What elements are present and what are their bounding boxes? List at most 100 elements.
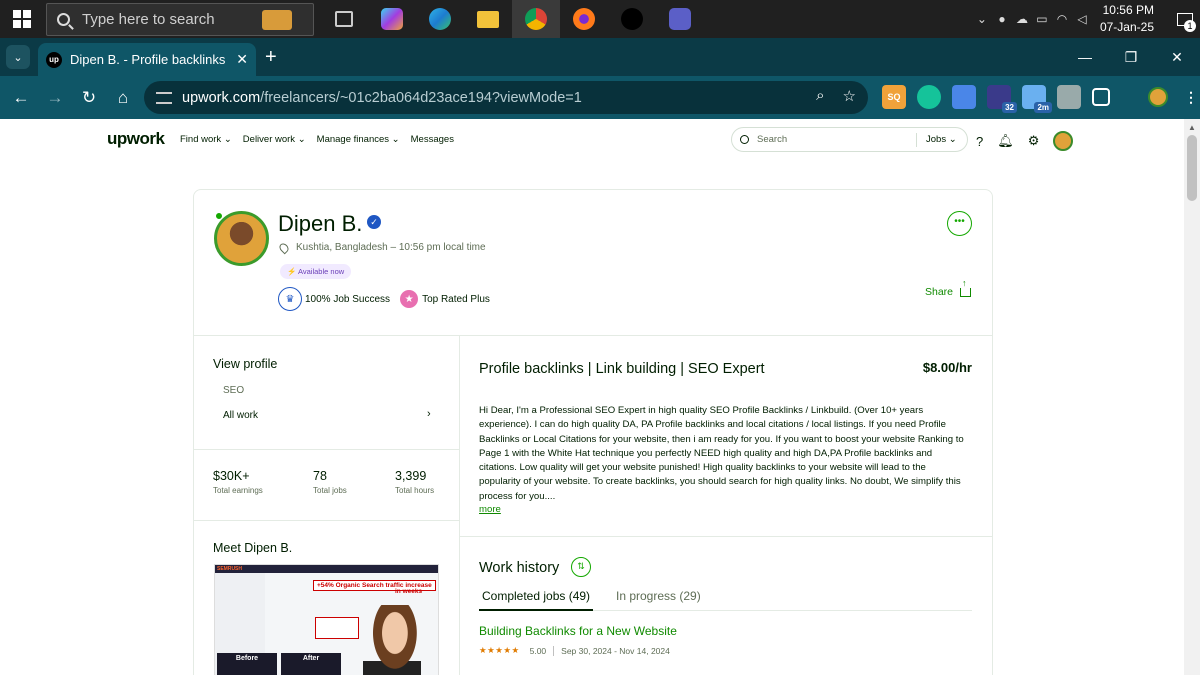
tab-search-button[interactable]: ⌄ [6,45,30,69]
taskbar-edge[interactable] [416,0,464,38]
divider [460,536,992,537]
taskbar-task-view[interactable] [320,0,368,38]
extension-badge-count: 32 [1002,102,1017,113]
start-button[interactable] [0,0,44,38]
profile-avatar[interactable] [1148,87,1168,107]
nav-find-work[interactable]: Find work ⌄ [180,134,232,145]
timer-extension-icon[interactable]: 2m [1022,85,1052,113]
more-options-button[interactable]: ••• [947,211,972,236]
new-tab-button[interactable]: + [265,46,277,69]
work-history-heading: Work history [479,560,560,576]
semrush-logo: SEMRUSH [217,566,243,572]
profile-location: Kushtia, Bangladesh – 10:56 pm local tim… [277,241,486,254]
search-scope-dropdown[interactable]: Jobs ⌄ [926,134,957,145]
rating-stars-icon: ★★★★★ [479,645,520,655]
taskbar-file-explorer[interactable] [464,0,512,38]
settings-gear-icon[interactable]: ⚙ [1028,133,1040,149]
taskbar-search-placeholder: Type here to search [82,11,215,28]
taskbar-firefox[interactable] [560,0,608,38]
taskbar-upwork[interactable] [608,0,656,38]
folder-icon [477,10,499,28]
taskbar-teams[interactable] [656,0,704,38]
nav-messages[interactable]: Messages [411,134,454,145]
extensions-area: SQ 32 2m ⋮ [882,85,1200,113]
help-icon[interactable]: ? [976,134,983,149]
seo-extension-icon[interactable]: SQ [882,85,906,109]
upwork-favicon: up [46,51,62,68]
wifi-icon[interactable]: ◠ [1052,12,1072,26]
location-text: Kushtia, Bangladesh – 10:56 pm local tim… [296,242,486,253]
restore-button[interactable]: ❐ [1108,38,1154,76]
profile-title: Profile backlinks | Link building | SEO … [479,361,765,377]
upwork-logo[interactable]: upwork [107,129,165,149]
address-bar[interactable]: upwork.com/freelancers/~01c2ba064d23ace1… [144,81,868,114]
network-icon[interactable]: ▭ [1032,12,1052,26]
chevron-right-icon[interactable]: › [427,408,431,420]
windows-icon [13,10,31,28]
profile-sidebar: View profile SEO All work › $30K+ Total … [194,336,460,675]
bell-icon[interactable]: 🔔︎ [997,133,1014,149]
briefcase-icon[interactable] [262,10,292,30]
specialty-seo-link[interactable]: SEO [223,385,244,396]
back-button[interactable]: ← [4,88,38,108]
online-status-dot [215,212,223,220]
stat-total-earnings: $30K+ Total earnings [213,469,263,495]
taskbar-copilot[interactable] [368,0,416,38]
profile-card: Dipen B. ✓ Kushtia, Bangladesh – 10:56 p… [193,189,993,675]
home-button[interactable]: ⌂ [106,88,140,108]
video-highlight-box [315,617,359,639]
browser-tab-active[interactable]: up Dipen B. - Profile backlinks | Link b… [38,43,256,76]
taskbar-chrome[interactable] [512,0,560,38]
translate-icon[interactable] [952,85,976,109]
scroll-up-arrow-icon[interactable]: ▲ [1188,123,1196,132]
site-info-icon[interactable] [156,91,172,104]
browser-menu-icon[interactable]: ⋮ [1179,85,1200,109]
chrome-icon [525,8,547,30]
video-person-image [363,605,421,675]
bio-more-link[interactable]: more [479,504,501,515]
stat-label: Total earnings [213,486,263,495]
volume-icon[interactable]: ◁ [1072,12,1092,26]
system-clock[interactable]: 10:56 PM 07-Jan-25 [1100,2,1154,36]
all-work-link[interactable]: All work [223,410,258,421]
profile-main: Profile backlinks | Link building | SEO … [460,336,992,675]
extensions-puzzle-icon[interactable] [1092,88,1110,106]
sort-icon[interactable]: ⇅ [571,557,591,577]
nav-deliver-work[interactable]: Deliver work ⌄ [243,134,306,145]
availability-text: Available now [298,267,345,276]
nav-find-work-label: Find work [180,134,222,145]
profile-bio: Hi Dear, I'm a Professional SEO Expert i… [479,405,964,502]
upwork-tray-icon[interactable]: ● [992,12,1012,26]
share-button[interactable]: Share [925,278,972,298]
extension-badge-icon[interactable]: 32 [987,85,1017,113]
minimize-button[interactable]: — [1062,38,1108,76]
close-tab-icon[interactable]: ✕ [236,51,248,68]
job-rating: 5.00 [529,645,547,656]
chevron-up-icon[interactable]: ⌄ [972,12,992,26]
close-window-button[interactable]: ✕ [1154,38,1200,76]
user-avatar[interactable] [1053,131,1074,151]
grammarly-icon[interactable] [917,85,941,109]
weather-icon[interactable]: ☁ [1012,12,1032,26]
notification-center-button[interactable]: 1 [1170,0,1200,38]
reload-button[interactable]: ↻ [72,88,106,108]
forward-button[interactable]: → [38,88,72,108]
job-title-link[interactable]: Building Backlinks for a New Website [479,624,677,638]
stat-label: Total jobs [313,486,347,495]
url-host: upwork.com [182,89,261,106]
tab-completed-jobs[interactable]: Completed jobs (49) [479,589,594,611]
upwork-search-placeholder: Search [757,134,788,145]
scrollbar-thumb[interactable] [1187,135,1197,201]
system-tray: ⌄ ● ☁ ▭ ◠ ◁ 10:56 PM 07-Jan-25 1 [972,0,1200,38]
nav-manage-finances[interactable]: Manage finances ⌄ [317,134,400,145]
camera-icon[interactable] [1057,85,1081,109]
zoom-icon[interactable]: ⌕ [816,87,824,105]
bookmark-star-icon[interactable]: ☆ [843,87,856,105]
clock-date: 07-Jan-25 [1099,20,1154,34]
upwork-search-input[interactable]: Search Jobs ⌄ [731,127,968,152]
tab-in-progress[interactable]: In progress (29) [616,589,701,611]
teams-icon [669,8,691,30]
intro-video-thumbnail[interactable]: SEMRUSH +54% Organic Search traffic incr… [214,564,439,675]
divider [194,449,459,450]
page-scrollbar[interactable]: ▲ [1184,119,1200,675]
